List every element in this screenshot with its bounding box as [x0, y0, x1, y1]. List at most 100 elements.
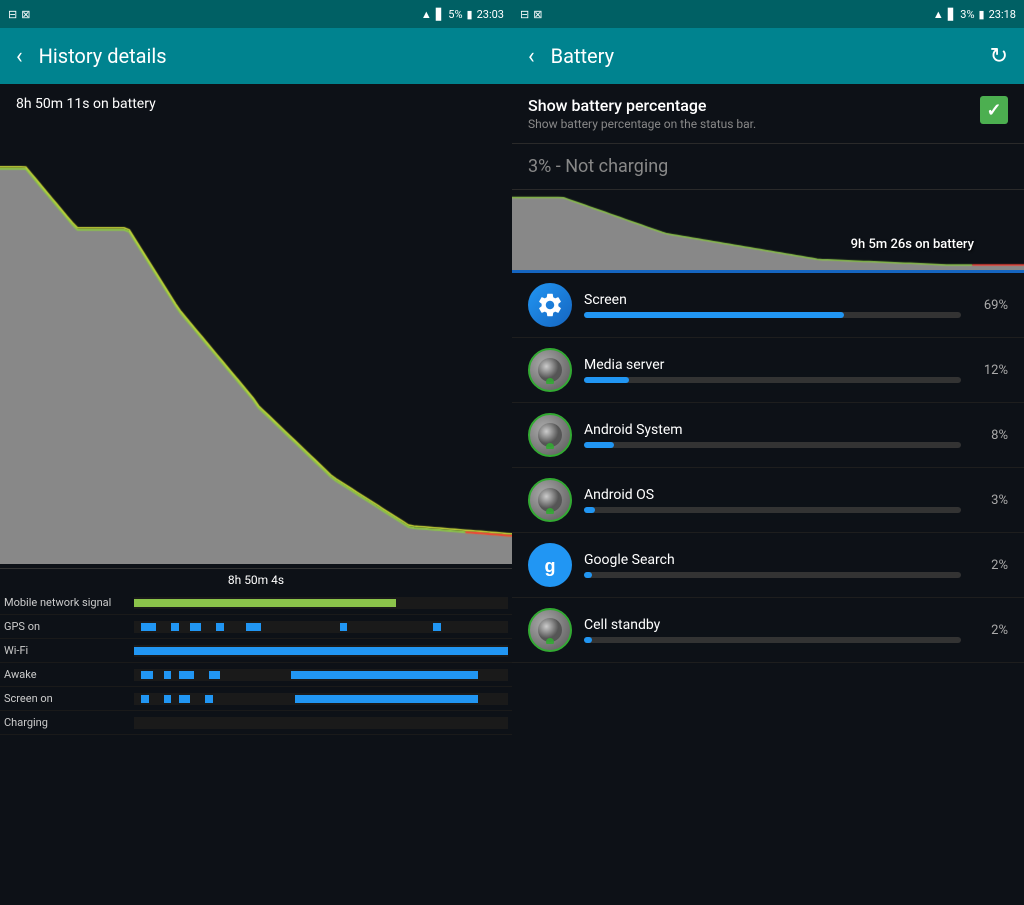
- mediaserver-svg: [536, 356, 564, 384]
- androidsystem-details: Android System: [584, 422, 961, 448]
- screen-name: Screen: [584, 292, 961, 308]
- left-panel: ⊟ ⊠ ▲ ▋ 5% ▮ 23:03 ‹ History details 8h …: [0, 0, 512, 905]
- timeline-label-gps: GPS on: [4, 620, 134, 633]
- battery-status-row: 3% - Not charging: [512, 144, 1024, 190]
- google-svg: g: [536, 551, 564, 579]
- signal-icon: ▋: [436, 8, 444, 21]
- left-back-button[interactable]: ‹: [16, 44, 23, 69]
- timeline-area: 8h 50m 4s Mobile network signal GPS on W…: [0, 568, 512, 905]
- battery-percentage-label: 3% - Not charging: [528, 156, 1008, 177]
- show-percentage-title: Show battery percentage: [528, 96, 968, 115]
- left-status-right: ▲ ▋ 5% ▮ 23:03: [421, 8, 504, 21]
- screen-bar: [584, 312, 844, 318]
- googlesearch-bar-container: [584, 572, 961, 578]
- usage-item-screen[interactable]: Screen 69%: [512, 273, 1024, 338]
- mediaserver-icon: [528, 348, 572, 392]
- right-screenshot-icon: ⊟: [520, 8, 529, 21]
- timeline-bar-gps: [134, 621, 508, 633]
- left-time: 23:03: [477, 8, 504, 21]
- right-status-bar: ⊟ ⊠ ▲ ▋ 3% ▮ 23:18: [512, 0, 1024, 28]
- androidsystem-bar-container: [584, 442, 961, 448]
- screen-percent: 69%: [973, 298, 1008, 313]
- cellstandby-bar-container: [584, 637, 961, 643]
- left-chart-area: 8h 50m 11s on battery: [0, 84, 512, 568]
- left-status-icons: ⊟ ⊠: [8, 8, 30, 21]
- right-toolbar: ‹ Battery ↻: [512, 28, 1024, 84]
- googlesearch-name: Google Search: [584, 552, 961, 568]
- right-battery-time-label: 9h 5m 26s on battery: [851, 237, 974, 252]
- right-signal-icon: ▋: [948, 8, 956, 21]
- timeline-row-awake: Awake: [0, 663, 512, 687]
- right-battery-percent: 3%: [960, 8, 974, 21]
- timeline-row-charging: Charging: [0, 711, 512, 735]
- left-toolbar-title: History details: [39, 44, 167, 68]
- screen-details: Screen: [584, 292, 961, 318]
- right-status-right: ▲ ▋ 3% ▮ 23:18: [933, 8, 1016, 21]
- right-battery-chart: [512, 190, 1024, 270]
- screen-icon: [528, 283, 572, 327]
- androidos-name: Android OS: [584, 487, 961, 503]
- cellstandby-percent: 2%: [973, 623, 1008, 638]
- timeline-label-screen: Screen on: [4, 692, 134, 705]
- show-percentage-desc: Show battery percentage on the status ba…: [528, 117, 968, 131]
- gear-svg: [536, 291, 564, 319]
- left-battery-chart: [0, 84, 512, 564]
- cellstandby-icon: [528, 608, 572, 652]
- timeline-row-gps: GPS on: [0, 615, 512, 639]
- timeline-label-charging: Charging: [4, 716, 134, 729]
- timeline-label-wifi: Wi-Fi: [4, 644, 134, 657]
- timeline-bar-mobile: [134, 597, 508, 609]
- show-percentage-text: Show battery percentage Show battery per…: [528, 96, 968, 131]
- timeline-row-wifi: Wi-Fi: [0, 639, 512, 663]
- mediaserver-bar-container: [584, 377, 961, 383]
- mediaserver-name: Media server: [584, 357, 961, 373]
- usage-item-cellstandby[interactable]: Cell standby 2%: [512, 598, 1024, 663]
- usage-item-googlesearch[interactable]: g Google Search 2%: [512, 533, 1024, 598]
- androidsystem-percent: 8%: [973, 428, 1008, 443]
- right-time: 23:18: [989, 8, 1016, 21]
- timeline-bar-charging: [134, 717, 508, 729]
- show-percentage-row[interactable]: Show battery percentage Show battery per…: [512, 84, 1024, 144]
- mediaserver-percent: 12%: [973, 363, 1008, 378]
- googlesearch-details: Google Search: [584, 552, 961, 578]
- left-toolbar: ‹ History details: [0, 28, 512, 84]
- usage-item-mediaserver[interactable]: Media server 12%: [512, 338, 1024, 403]
- timeline-label-mobile: Mobile network signal: [4, 596, 134, 609]
- refresh-button[interactable]: ↻: [990, 44, 1008, 69]
- right-panel: ⊟ ⊠ ▲ ▋ 3% ▮ 23:18 ‹ Battery ↻ Show batt…: [512, 0, 1024, 905]
- mute-icon: ⊠: [21, 8, 30, 21]
- right-status-left-icons: ⊟ ⊠: [520, 8, 542, 21]
- androidos-bar-container: [584, 507, 961, 513]
- googlesearch-icon: g: [528, 543, 572, 587]
- screen-bar-container: [584, 312, 961, 318]
- wifi-icon: ▲: [421, 8, 432, 21]
- androidsystem-icon: [528, 413, 572, 457]
- androidsystem-svg: [536, 421, 564, 449]
- cellstandby-details: Cell standby: [584, 617, 961, 643]
- androidos-details: Android OS: [584, 487, 961, 513]
- timeline-row-mobile: Mobile network signal: [0, 591, 512, 615]
- battery-icon: ▮: [467, 8, 473, 21]
- left-battery-time-label: 8h 50m 11s on battery: [4, 88, 168, 120]
- right-mute-icon: ⊠: [533, 8, 542, 21]
- screenshot-icon: ⊟: [8, 8, 17, 21]
- mediaserver-details: Media server: [584, 357, 961, 383]
- cellstandby-svg: [536, 616, 564, 644]
- left-status-bar: ⊟ ⊠ ▲ ▋ 5% ▮ 23:03: [0, 0, 512, 28]
- show-percentage-checkbox[interactable]: [980, 96, 1008, 124]
- usage-item-androidos[interactable]: Android OS 3%: [512, 468, 1024, 533]
- usage-item-androidsystem[interactable]: Android System 8%: [512, 403, 1024, 468]
- androidsystem-name: Android System: [584, 422, 961, 438]
- googlesearch-percent: 2%: [973, 558, 1008, 573]
- right-back-button[interactable]: ‹: [528, 44, 535, 69]
- timeline-row-screen: Screen on: [0, 687, 512, 711]
- svg-text:g: g: [545, 556, 556, 576]
- cellstandby-name: Cell standby: [584, 617, 961, 633]
- timeline-bar-awake: [134, 669, 508, 681]
- right-battery-chart-area: 9h 5m 26s on battery: [512, 190, 1024, 270]
- left-battery-percent: 5%: [448, 8, 462, 21]
- androidos-bar: [584, 507, 595, 513]
- mediaserver-bar: [584, 377, 629, 383]
- usage-list: Screen 69% Media server 1: [512, 273, 1024, 905]
- timeline-bar-screen: [134, 693, 508, 705]
